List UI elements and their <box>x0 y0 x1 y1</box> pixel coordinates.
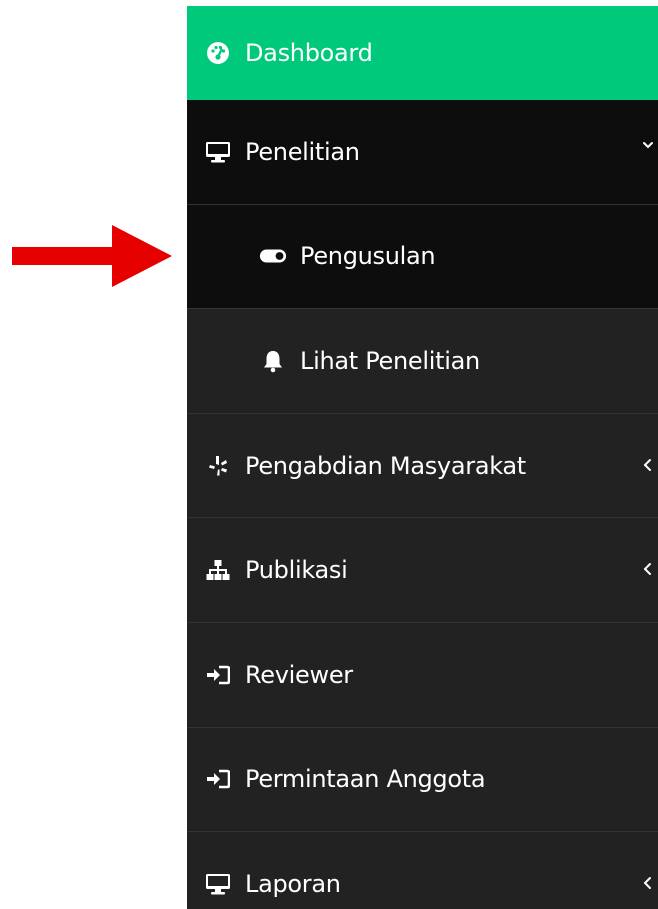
sidebar-item-label: Lihat Penelitian <box>300 346 480 375</box>
sidebar-item-label: Reviewer <box>245 660 353 689</box>
sidebar-item-permintaan-anggota[interactable]: Permintaan Anggota <box>187 728 658 833</box>
sidebar-item-pengusulan[interactable]: Pengusulan <box>187 204 658 310</box>
sidebar-item-label: Publikasi <box>245 556 348 585</box>
toggle-icon <box>259 247 287 265</box>
desktop-icon <box>204 140 232 164</box>
yelp-icon <box>204 454 232 478</box>
sidebar-item-pengabdian-masyarakat[interactable]: Pengabdian Masyarakat <box>187 414 658 519</box>
chevron-left-icon[interactable] <box>641 450 655 478</box>
chevron-down-icon[interactable] <box>641 130 655 158</box>
dashboard-icon <box>204 41 232 65</box>
sign-in-icon <box>204 665 232 685</box>
sidebar-item-laporan[interactable]: Laporan <box>187 832 658 909</box>
sidebar-item-label: Penelitian <box>245 137 360 166</box>
sidebar-item-label: Laporan <box>245 869 341 898</box>
sign-in-icon <box>204 769 232 789</box>
sidebar-item-lihat-penelitian[interactable]: Lihat Penelitian <box>187 309 658 414</box>
red-arrow-icon <box>12 225 172 287</box>
chevron-left-icon[interactable] <box>641 554 655 582</box>
bell-icon <box>259 349 287 373</box>
sidebar-item-publikasi[interactable]: Publikasi <box>187 518 658 623</box>
sidebar-menu: Dashboard Penelitian Pengusulan Lihat Pe… <box>187 6 658 909</box>
sidebar-item-reviewer[interactable]: Reviewer <box>187 623 658 728</box>
sidebar-item-label: Dashboard <box>245 39 373 67</box>
chevron-left-icon[interactable] <box>641 868 655 896</box>
sidebar-item-label: Pengusulan <box>300 242 436 271</box>
desktop-icon <box>204 872 232 896</box>
sidebar-item-penelitian[interactable]: Penelitian <box>187 100 658 205</box>
sidebar-item-label: Pengabdian Masyarakat <box>245 451 526 480</box>
sidebar-item-label: Permintaan Anggota <box>245 765 486 794</box>
sitemap-icon <box>204 559 232 581</box>
sidebar-item-dashboard[interactable]: Dashboard <box>187 6 658 100</box>
